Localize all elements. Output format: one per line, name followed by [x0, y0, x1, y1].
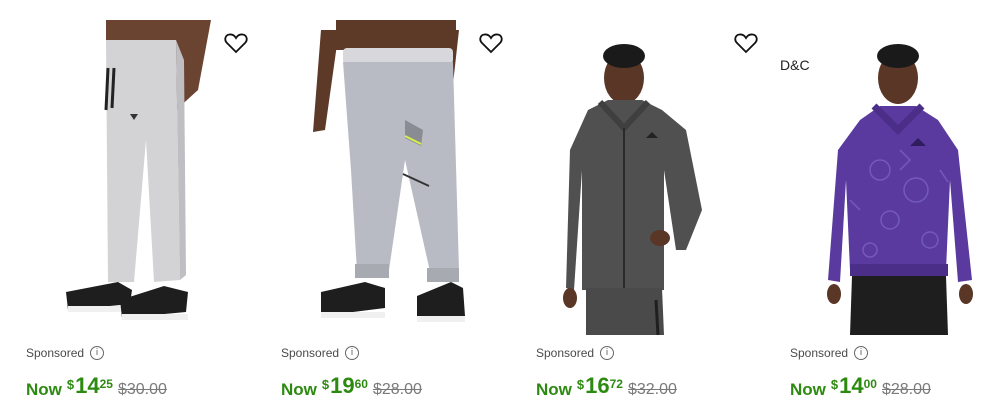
sale-price: $ 19 60	[322, 374, 368, 398]
now-label: Now	[536, 380, 572, 399]
currency-symbol: $	[830, 377, 839, 392]
product-card[interactable]: Sponsored i Now $ 14 25 $30.00	[26, 0, 266, 417]
original-price: $32.00	[627, 381, 677, 398]
sale-price: $ 14 25	[67, 374, 113, 398]
price-dollars: 16	[585, 373, 610, 398]
price-cents: 60	[354, 377, 368, 391]
sponsored-label: Sponsored i	[790, 346, 869, 360]
info-icon[interactable]: i	[600, 346, 615, 360]
product-image[interactable]	[790, 20, 994, 335]
currency-symbol: $	[576, 377, 585, 392]
product-card[interactable]: D&C Sponsored i Now $ 14 00 $28.00	[780, 0, 994, 417]
price-dollars: 19	[330, 373, 355, 398]
sponsored-label: Sponsored i	[281, 346, 360, 360]
price-row: Now $ 19 60 $28.00	[281, 374, 422, 400]
info-icon[interactable]: i	[854, 346, 869, 360]
product-image[interactable]	[536, 20, 776, 335]
original-price: $30.00	[117, 381, 167, 398]
price-row: Now $ 14 00 $28.00	[790, 374, 931, 400]
wishlist-heart-icon[interactable]	[479, 32, 503, 54]
sponsored-text: Sponsored	[26, 346, 85, 360]
price-row: Now $ 16 72 $32.00	[536, 374, 677, 400]
product-card[interactable]: Sponsored i Now $ 16 72 $32.00	[536, 0, 776, 417]
info-icon[interactable]: i	[90, 346, 105, 360]
sale-price: $ 14 00	[831, 374, 877, 398]
info-icon[interactable]: i	[345, 346, 360, 360]
now-label: Now	[26, 380, 62, 399]
price-dollars: 14	[75, 373, 100, 398]
now-label: Now	[281, 380, 317, 399]
sponsored-text: Sponsored	[536, 346, 595, 360]
wishlist-heart-icon[interactable]	[224, 32, 248, 54]
price-cents: 00	[863, 377, 877, 391]
price-dollars: 14	[839, 373, 864, 398]
currency-symbol: $	[66, 377, 75, 392]
currency-symbol: $	[321, 377, 330, 392]
sponsored-text: Sponsored	[281, 346, 340, 360]
product-image[interactable]	[26, 20, 266, 335]
sale-price: $ 16 72	[577, 374, 623, 398]
now-label: Now	[790, 380, 826, 399]
price-cents: 25	[99, 377, 113, 391]
original-price: $28.00	[372, 381, 422, 398]
price-row: Now $ 14 25 $30.00	[26, 374, 167, 400]
wishlist-heart-icon[interactable]	[734, 32, 758, 54]
product-image[interactable]	[281, 20, 521, 335]
price-cents: 72	[609, 377, 623, 391]
sponsored-label: Sponsored i	[26, 346, 105, 360]
product-card[interactable]: Sponsored i Now $ 19 60 $28.00	[281, 0, 521, 417]
sponsored-text: Sponsored	[790, 346, 849, 360]
original-price: $28.00	[881, 381, 931, 398]
sponsored-label: Sponsored i	[536, 346, 615, 360]
